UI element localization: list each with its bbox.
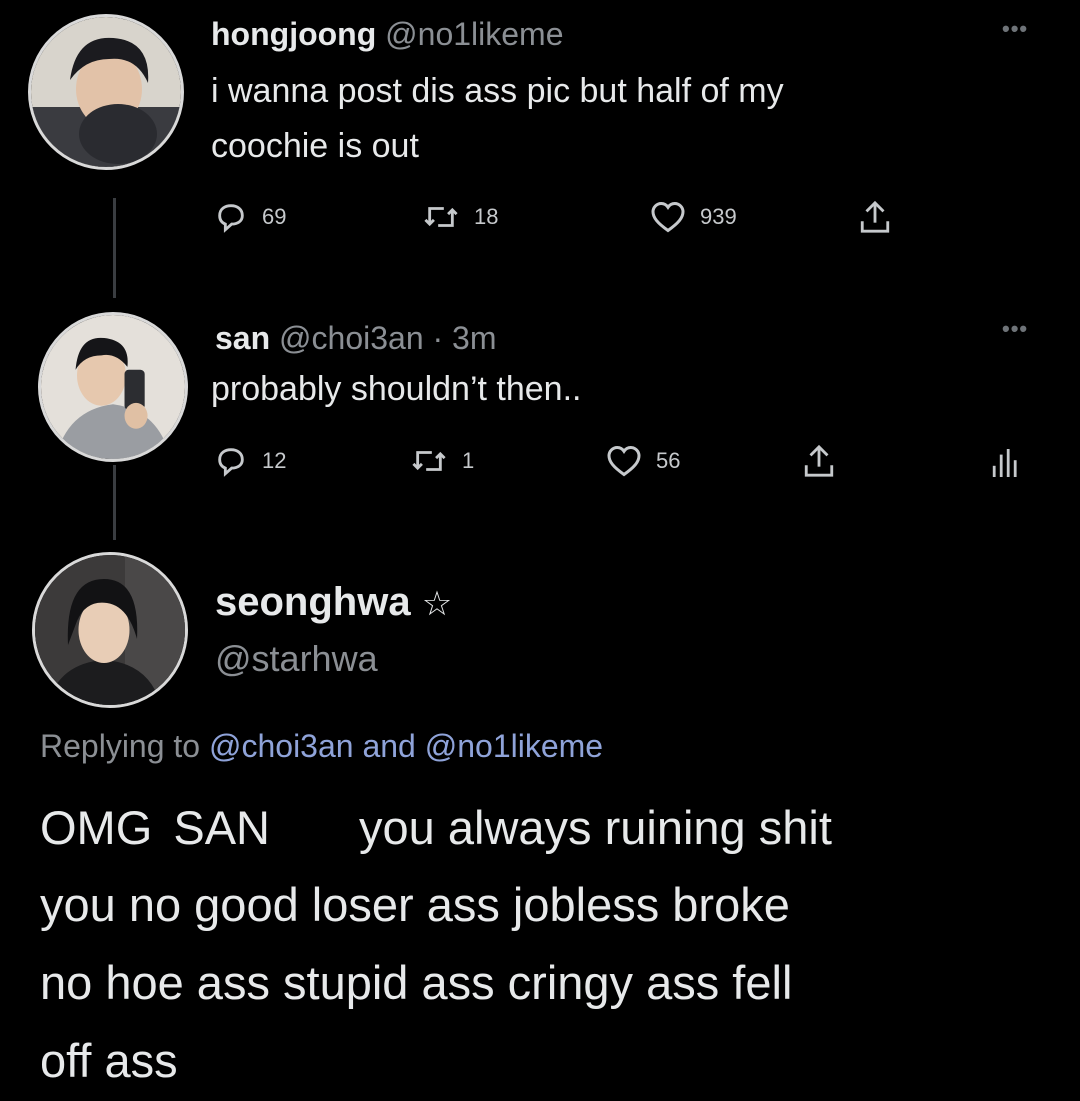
replying-to: Replying to @choi3an and @no1likeme: [40, 728, 603, 765]
tweet-text-line: you no good loser ass jobless broke: [40, 878, 790, 931]
retweet-count: 18: [474, 204, 499, 229]
analytics-button[interactable]: [990, 446, 1018, 480]
retweet-icon: [424, 207, 458, 227]
tweet-text-word: SAN: [173, 801, 270, 854]
reply-icon: [218, 448, 244, 477]
more-icon[interactable]: •••: [1002, 16, 1028, 42]
retweet-count: 1: [462, 448, 475, 473]
replying-prefix: Replying to: [40, 728, 201, 764]
avatar[interactable]: [38, 312, 188, 462]
like-button[interactable]: 56: [606, 444, 680, 478]
share-button[interactable]: [802, 442, 836, 480]
tweet-text-line: off ass: [40, 1034, 178, 1087]
tweet-text-line: no hoe ass stupid ass cringy ass fell: [40, 956, 793, 1009]
tweet-header: hongjoong @no1likeme: [211, 16, 564, 53]
avatar[interactable]: [28, 14, 184, 170]
display-name[interactable]: seonghwa: [215, 580, 411, 624]
user-handle[interactable]: @no1likeme: [385, 16, 563, 52]
like-count: 939: [700, 204, 737, 229]
avatar[interactable]: [32, 552, 188, 708]
reply-mention-link[interactable]: @choi3an: [209, 728, 354, 764]
retweet-button[interactable]: 18: [422, 200, 498, 234]
analytics-icon: [992, 449, 1017, 477]
user-handle[interactable]: @choi3an: [279, 320, 424, 356]
retweet-button[interactable]: 1: [410, 444, 474, 478]
tweet-text-line: OMG SAN you always ruining shit: [40, 800, 832, 855]
reply-count: 12: [262, 448, 287, 473]
share-icon: [804, 444, 834, 477]
tweet-text: coochie is out: [211, 127, 419, 165]
reply-icon: [218, 204, 244, 233]
thread-line: [113, 198, 116, 298]
replying-and: and: [362, 728, 416, 764]
reply-count: 69: [262, 204, 287, 229]
timestamp[interactable]: · 3m: [433, 320, 497, 356]
retweet-icon: [412, 451, 446, 471]
more-icon[interactable]: •••: [1002, 316, 1028, 342]
star-badge-icon: ☆: [421, 585, 453, 623]
thread-line: [113, 465, 116, 540]
like-button[interactable]: 939: [650, 200, 737, 234]
tweet-text: i wanna post dis ass pic but half of my: [211, 72, 784, 110]
tweet-text-word: OMG: [40, 801, 153, 854]
reply-button[interactable]: 12: [214, 444, 286, 478]
share-icon: [860, 200, 890, 233]
tweet-text-word: you always ruining shit: [359, 801, 832, 854]
reply-button[interactable]: 69: [214, 200, 286, 234]
like-icon: [607, 445, 641, 477]
tweet-header: san @choi3an · 3m: [215, 320, 497, 357]
like-count: 56: [656, 448, 681, 473]
display-name[interactable]: hongjoong: [211, 16, 376, 52]
like-icon: [651, 201, 685, 233]
share-button[interactable]: [858, 198, 892, 236]
reply-mention-link[interactable]: @no1likeme: [425, 728, 603, 764]
user-handle[interactable]: @starhwa: [215, 638, 378, 680]
tweet-header: seonghwa ☆: [215, 580, 452, 625]
display-name[interactable]: san: [215, 320, 270, 356]
tweet-text: probably shouldn’t then..: [211, 370, 582, 408]
